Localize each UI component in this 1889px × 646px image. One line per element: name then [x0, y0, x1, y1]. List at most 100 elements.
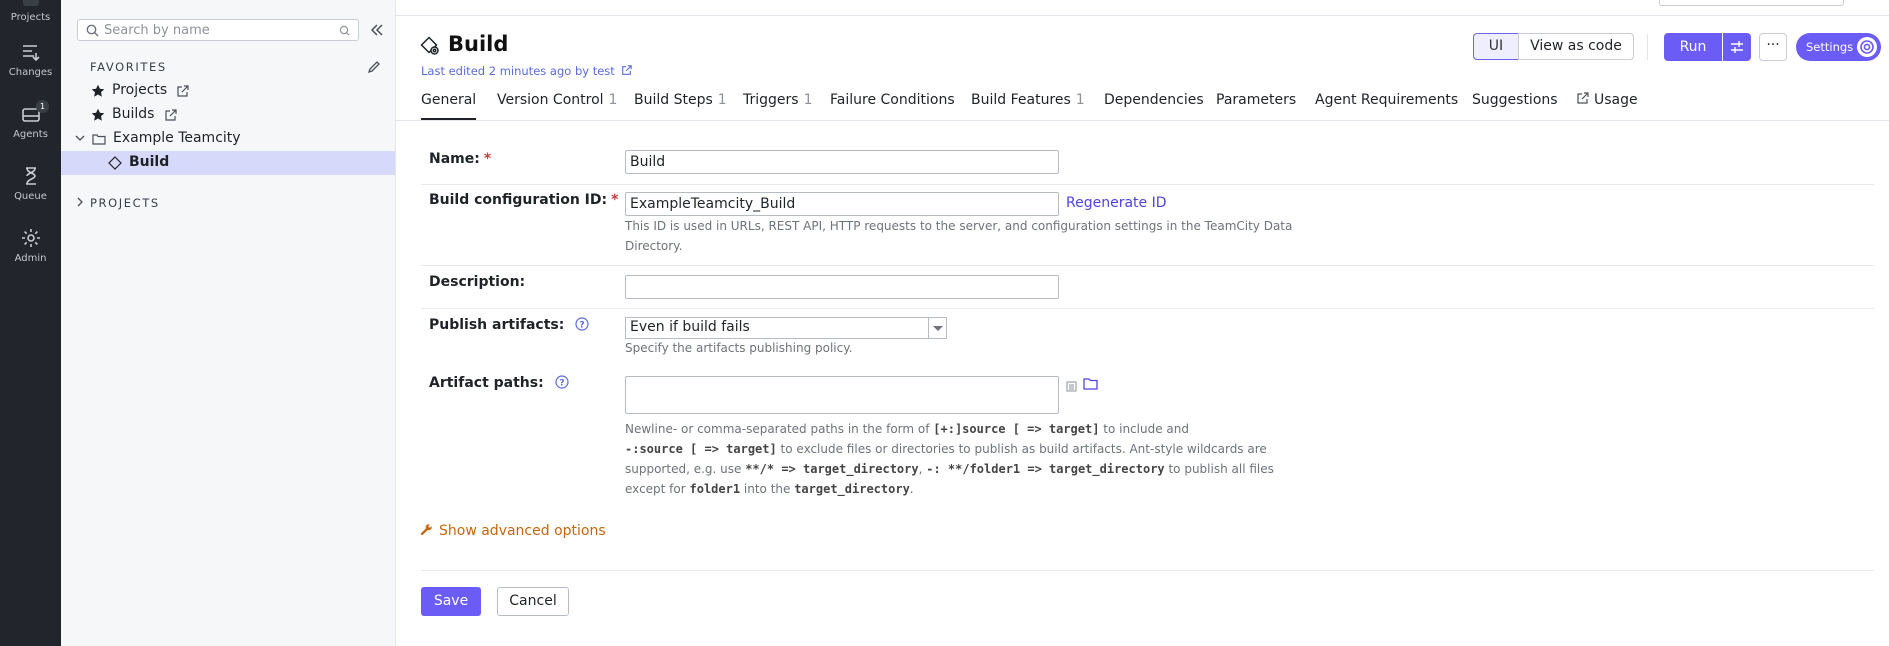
dropdown-arrow-icon [928, 318, 946, 338]
projects-section-toggle[interactable]: PROJECTS [61, 191, 395, 215]
external-link-icon [1577, 92, 1589, 104]
collapse-sidebar-icon[interactable] [368, 21, 386, 39]
main-content: Build Last edited 2 minutes ago by test … [396, 0, 1889, 646]
tab-version-control[interactable]: Version Control 1 [497, 92, 617, 120]
tree-item-example-teamcity[interactable]: Example Teamcity [61, 127, 395, 151]
left-rail: Projects Changes 1 Agents Queue Admin [0, 0, 61, 646]
description-input[interactable] [625, 275, 1059, 299]
rail-label-projects: Projects [10, 12, 51, 23]
config-id-hint: This ID is used in URLs, REST API, HTTP … [625, 216, 1292, 256]
favorite-item-builds[interactable]: Builds [61, 103, 395, 127]
gear-icon [1857, 37, 1877, 57]
rail-item-changes[interactable]: Changes [0, 41, 61, 78]
tree-label: Build [129, 154, 170, 170]
publish-label-text: Publish artifacts: [429, 317, 565, 333]
tab-agent-requirements[interactable]: Agent Requirements [1315, 92, 1458, 120]
help-icon[interactable]: ? [575, 317, 589, 331]
settings-button[interactable]: Settings [1796, 33, 1881, 61]
publish-artifacts-label: Publish artifacts: ? [429, 317, 589, 333]
artifact-hint-line: supported, e.g. use **/* => target_direc… [625, 462, 1274, 476]
sidebar-search[interactable] [77, 19, 359, 41]
tabs-divider [396, 120, 1889, 121]
chevron-down-icon [74, 132, 88, 146]
publish-selected-value: Even if build fails [630, 319, 750, 335]
favorite-item-projects[interactable]: Projects [61, 79, 395, 103]
edit-favorites-icon[interactable] [367, 60, 381, 74]
tab-build-features[interactable]: Build Features 1 [971, 92, 1085, 120]
projects-heading: PROJECTS [90, 196, 160, 210]
advanced-label: Show advanced options [439, 523, 606, 539]
artifact-paths-label: Artifact paths: ? [429, 375, 569, 391]
queue-icon [20, 165, 42, 187]
tab-label: Build Features [971, 92, 1071, 108]
run-options-button[interactable] [1723, 33, 1751, 61]
agents-badge: 1 [36, 100, 49, 113]
tab-label: Parameters [1216, 92, 1297, 108]
view-ui-toggle[interactable]: UI [1473, 33, 1519, 60]
chevron-right-icon [74, 196, 88, 210]
publish-artifacts-select[interactable]: Even if build fails [625, 317, 947, 339]
external-link-icon [164, 109, 178, 123]
rail-item-admin[interactable]: Admin [0, 227, 61, 264]
config-id-hint-line: Directory. [625, 239, 683, 253]
search-input[interactable] [104, 22, 334, 38]
config-id-label-text: Build configuration ID: [429, 192, 608, 208]
description-label: Description: [429, 274, 526, 290]
run-button[interactable]: Run [1664, 33, 1722, 61]
tree-label: Example Teamcity [113, 130, 241, 146]
save-button[interactable]: Save [421, 587, 481, 616]
tab-parameters[interactable]: Parameters [1216, 92, 1296, 120]
tab-suggestions[interactable]: Suggestions [1472, 92, 1558, 120]
rail-item-projects[interactable]: Projects [0, 0, 61, 23]
name-input[interactable] [625, 150, 1059, 174]
more-actions-button[interactable]: ··· [1759, 33, 1787, 61]
rail-label-queue: Queue [14, 191, 47, 202]
required-mark: * [611, 192, 619, 208]
config-id-hint-line: This ID is used in URLs, REST API, HTTP … [625, 219, 1293, 233]
tab-count: 1 [608, 92, 618, 108]
tab-label: Agent Requirements [1315, 92, 1459, 108]
form-divider [421, 265, 1874, 266]
config-id-label: Build configuration ID:* ? [429, 192, 643, 208]
regenerate-id-link[interactable]: Regenerate ID [1066, 195, 1167, 211]
external-link-icon [176, 85, 190, 99]
top-divider [396, 15, 1889, 16]
show-advanced-options-link[interactable]: Show advanced options [420, 523, 606, 539]
favorite-label: Projects [112, 82, 168, 98]
meta-time[interactable]: 2 minutes ago [489, 64, 572, 78]
tab-failure-conditions[interactable]: Failure Conditions [830, 92, 955, 120]
cancel-button[interactable]: Cancel [497, 587, 569, 616]
help-icon[interactable]: ? [554, 375, 569, 389]
projects-icon [20, 0, 42, 8]
search-hotkey-icon [339, 25, 350, 36]
tab-build-steps[interactable]: Build Steps 1 [634, 92, 727, 120]
external-link-icon[interactable] [621, 65, 633, 76]
form-divider [421, 308, 1874, 309]
artifact-hint-line: except for folder1 into the target_direc… [625, 482, 914, 496]
tab-usage[interactable]: Usage [1576, 92, 1638, 120]
global-search-input[interactable] [1659, 0, 1844, 6]
tab-triggers[interactable]: Triggers 1 [743, 92, 813, 120]
tab-count: 1 [1075, 92, 1085, 108]
browse-folder-icon[interactable] [1083, 377, 1098, 394]
required-mark: * [483, 151, 492, 167]
config-id-input[interactable] [625, 192, 1059, 216]
tab-label: Triggers [743, 92, 799, 108]
star-icon [91, 84, 105, 98]
view-as-code-toggle[interactable]: View as code [1518, 33, 1634, 60]
tab-dependencies[interactable]: Dependencies [1104, 92, 1204, 120]
tree-item-build[interactable]: Build [61, 151, 395, 175]
artifact-paths-textarea[interactable] [625, 376, 1059, 414]
rail-item-queue[interactable]: Queue [0, 165, 61, 202]
tab-general[interactable]: General [421, 92, 477, 120]
admin-gear-icon [20, 227, 42, 249]
artifact-paths-hint: Newline- or comma-separated paths in the… [625, 419, 1274, 499]
tab-label: Dependencies [1104, 92, 1204, 108]
expand-editor-icon[interactable] [1066, 380, 1077, 396]
run-custom-icon [1731, 41, 1743, 53]
artifact-hint-line: Newline- or comma-separated paths in the… [625, 422, 1189, 436]
tab-count: 1 [803, 92, 813, 108]
rail-item-agents[interactable]: 1 Agents [0, 100, 61, 140]
rail-label-changes: Changes [8, 67, 53, 78]
header-divider [1647, 34, 1648, 60]
